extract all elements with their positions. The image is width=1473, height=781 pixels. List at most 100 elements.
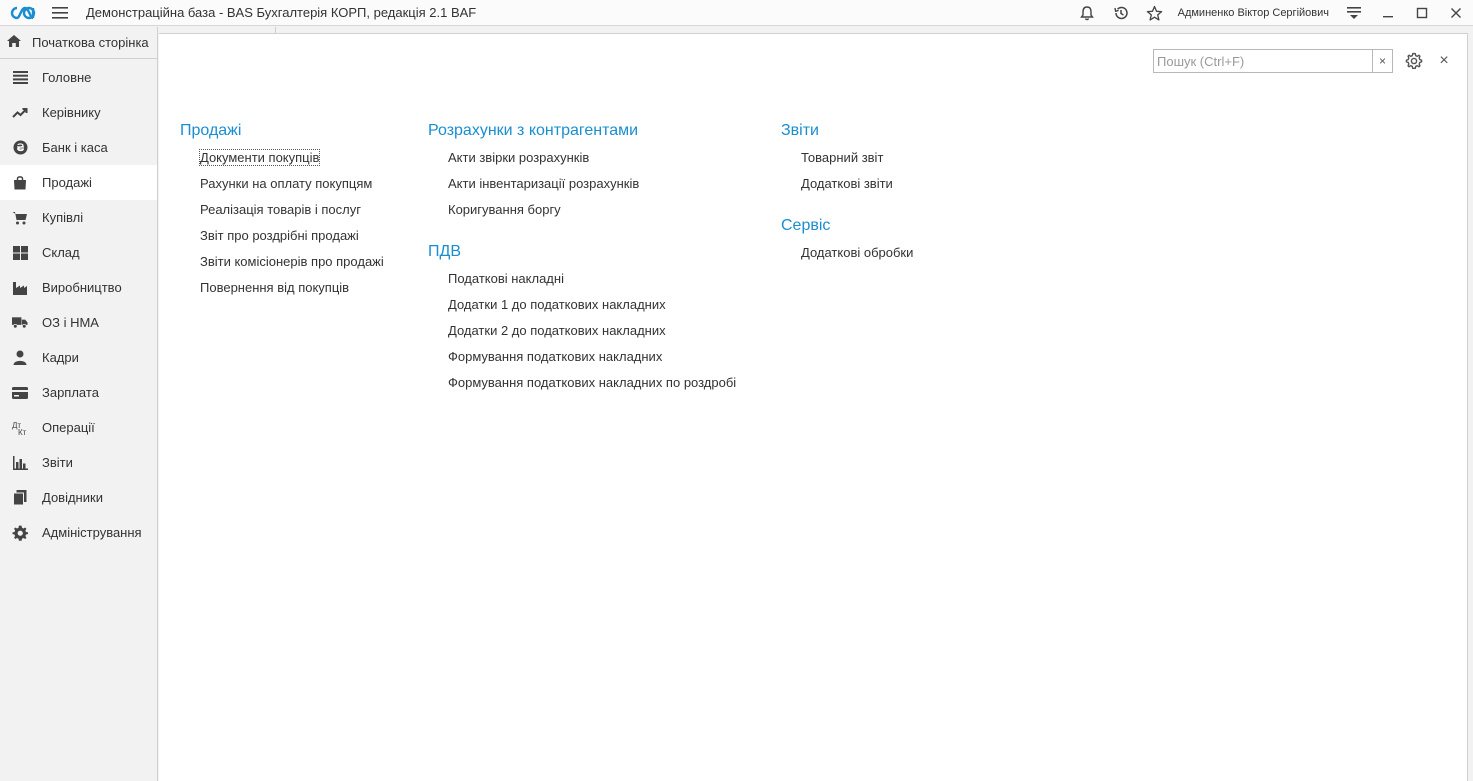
sidebar-item-label: Довідники: [42, 490, 103, 505]
person-icon: [12, 350, 28, 366]
link-group: Розрахунки з контрагентами Акти звірки ро…: [428, 120, 736, 227]
nav-link[interactable]: Коригування боргу: [448, 201, 736, 227]
dt-kt-icon: Дт Кт: [12, 420, 28, 436]
link-group: Звіти Товарний звіт Додаткові звіти: [781, 120, 913, 201]
sidebar-item-label: Виробництво: [42, 280, 122, 295]
nav-link[interactable]: Акти інвентаризації розрахунків: [448, 175, 736, 201]
sidebar-item-10[interactable]: Зарплата: [0, 375, 157, 410]
favorites-star-icon[interactable]: [1138, 0, 1172, 26]
panel-close-button[interactable]: ×: [1435, 50, 1453, 72]
link-group: Продажі Документи покупців Рахунки на опла…: [180, 120, 384, 305]
nav-link-label: Формування податкових накладних: [448, 349, 663, 364]
hamburger-menu-icon[interactable]: [46, 0, 74, 26]
app-logo-icon[interactable]: [0, 0, 46, 26]
nav-link-label: Додаткові звіти: [801, 176, 893, 191]
trend-icon: [12, 105, 28, 121]
panel-settings-gear-icon[interactable]: [1403, 50, 1425, 72]
sidebar-item-9[interactable]: Кадри: [0, 340, 157, 375]
user-name[interactable]: Админенко Віктор Сергійович: [1178, 7, 1329, 19]
card-icon: [12, 385, 28, 401]
nav-link-label: Звіти комісіонерів про продажі: [200, 254, 384, 269]
maximize-icon[interactable]: [1405, 0, 1439, 26]
sidebar-item-2[interactable]: Керівнику: [0, 95, 157, 130]
nav-link[interactable]: Рахунки на оплату покупцям: [200, 175, 384, 201]
sidebar-item-label: Продажі: [42, 175, 92, 190]
sidebar-item-label: Адміністрування: [42, 525, 142, 540]
column-settlements-vat: Розрахунки з контрагентами Акти звірки ро…: [428, 120, 736, 414]
nav-link[interactable]: Документи покупців: [198, 149, 384, 175]
sidebar-item-13[interactable]: Довідники: [0, 480, 157, 515]
nav-link-label: Повернення від покупців: [200, 280, 350, 295]
sidebar-item-1[interactable]: Головне: [0, 60, 157, 95]
nav-link[interactable]: Формування податкових накладних: [448, 348, 736, 374]
search-input[interactable]: [1154, 50, 1372, 72]
nav-link[interactable]: Акти звірки розрахунків: [448, 149, 736, 175]
sidebar-item-label: Склад: [42, 245, 80, 260]
sidebar-item-label: Кадри: [42, 350, 79, 365]
nav-link-label: Звіт про роздрібні продажі: [200, 228, 359, 243]
history-icon[interactable]: [1104, 0, 1138, 26]
svg-text:Кт: Кт: [18, 428, 27, 436]
grid-icon: [12, 245, 28, 261]
sidebar-item-5[interactable]: Купівлі: [0, 200, 157, 235]
settings-menu-icon[interactable]: [1337, 0, 1371, 26]
sidebar-item-label: Головне: [42, 70, 92, 85]
group-title: Сервіс: [781, 217, 831, 234]
nav-link[interactable]: Реалізація товарів і послуг: [200, 201, 384, 227]
bell-icon[interactable]: [1070, 0, 1104, 26]
search-clear-button[interactable]: ×: [1372, 50, 1392, 72]
sidebar-item-label: Початкова сторінка: [32, 35, 149, 50]
nav-link[interactable]: Звіти комісіонерів про продажі: [200, 253, 384, 279]
nav-link-label: Акти звірки розрахунків: [448, 150, 590, 165]
nav-link[interactable]: Додаткові звіти: [801, 175, 913, 201]
column-sales: Продажі Документи покупців Рахунки на опла…: [180, 120, 384, 319]
sidebar-item-8[interactable]: ОЗ і НМА: [0, 305, 157, 340]
coin-icon: [12, 140, 28, 156]
sidebar-item-7[interactable]: Виробництво: [0, 270, 157, 305]
sidebar-item-label: Зарплата: [42, 385, 99, 400]
minimize-icon[interactable]: [1371, 0, 1405, 26]
sidebar-item-home[interactable]: Початкова сторінка: [0, 27, 157, 59]
nav-link-label: Акти інвентаризації розрахунків: [448, 176, 640, 191]
nav-link[interactable]: Додатки 1 до податкових накладних: [448, 296, 736, 322]
sidebar-item-label: Банк і каса: [42, 140, 108, 155]
nav-link[interactable]: Додаткові обробки: [801, 244, 913, 270]
nav-link[interactable]: Додатки 2 до податкових накладних: [448, 322, 736, 348]
sidebar-item-label: Купівлі: [42, 210, 84, 225]
section-panel: × × Продажі Документи покупців Рахунки на …: [159, 33, 1468, 781]
sidebar-item-12[interactable]: Звіти: [0, 445, 157, 480]
nav-link-label: Рахунки на оплату покупцям: [200, 176, 373, 191]
truck-icon: [12, 315, 28, 331]
nav-link[interactable]: Формування податкових накладних по роздр…: [448, 374, 736, 400]
nav-link-label: Документи покупців: [198, 149, 321, 166]
nav-link[interactable]: Товарний звіт: [801, 149, 913, 175]
nav-link-label: Додаткові обробки: [801, 245, 914, 260]
nav-link-label: Додатки 2 до податкових накладних: [448, 323, 666, 338]
home-icon: [6, 34, 22, 51]
bar-chart-icon: [12, 455, 28, 471]
close-window-icon[interactable]: [1439, 0, 1473, 26]
nav-link[interactable]: Повернення від покупців: [200, 279, 384, 305]
nav-link[interactable]: Податкові накладні: [448, 270, 736, 296]
column-reports-service: Звіти Товарний звіт Додаткові звіти Сервіс Д…: [781, 120, 913, 284]
sidebar-item-4[interactable]: Продажі: [0, 165, 157, 200]
books-icon: [12, 490, 28, 506]
gear-icon: [12, 525, 28, 541]
sidebar-item-14[interactable]: Адміністрування: [0, 515, 157, 550]
list-icon: [12, 70, 28, 86]
app-title: Демонстраційна база - BAS Бухгалтерія КО…: [86, 5, 477, 20]
cart-icon: [12, 210, 28, 226]
nav-link-label: Реалізація товарів і послуг: [200, 202, 361, 217]
factory-icon: [12, 280, 28, 296]
sidebar-item-11[interactable]: Дт Кт Операції: [0, 410, 157, 445]
sidebar-item-3[interactable]: Банк і каса: [0, 130, 157, 165]
nav-link-label: Формування податкових накладних по роздр…: [448, 375, 737, 390]
sidebar-item-label: ОЗ і НМА: [42, 315, 99, 330]
sidebar-item-6[interactable]: Склад: [0, 235, 157, 270]
nav-link[interactable]: Звіт про роздрібні продажі: [200, 227, 384, 253]
search-box: ×: [1153, 49, 1393, 73]
sidebar-item-label: Звіти: [42, 455, 73, 470]
sidebar-item-label: Операції: [42, 420, 95, 435]
nav-link-label: Додатки 1 до податкових накладних: [448, 297, 666, 312]
group-title: Продажі: [180, 122, 242, 139]
